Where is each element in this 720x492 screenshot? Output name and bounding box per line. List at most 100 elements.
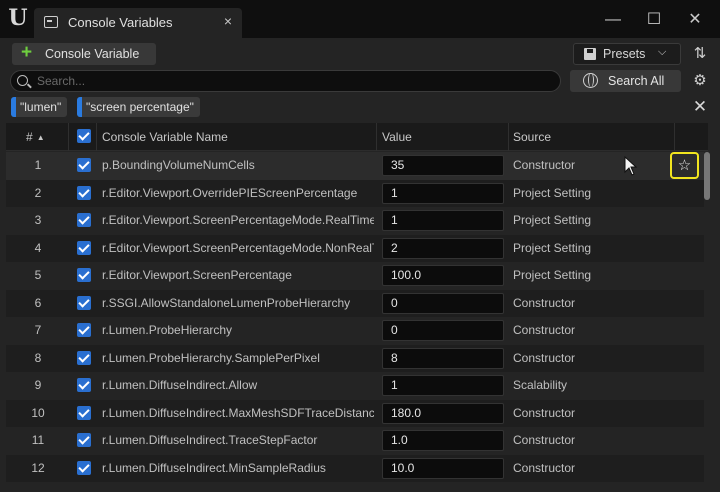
variable-name: r.Editor.Viewport.ScreenPercentage <box>102 268 292 282</box>
close-window-button[interactable]: ✕ <box>682 8 708 32</box>
select-all-checkbox[interactable] <box>77 129 91 143</box>
table-header: # ▲ Console Variable Name Value Source <box>6 123 708 151</box>
value-field[interactable]: 8 <box>382 347 504 369</box>
tab-console-variables[interactable]: Console Variables × <box>34 8 242 38</box>
variable-source: Project Setting <box>513 240 592 255</box>
row-number: 10 <box>31 405 45 420</box>
tab-close-button[interactable]: × <box>224 13 232 29</box>
column-divider[interactable] <box>68 123 69 151</box>
minimize-button[interactable]: — <box>600 8 626 32</box>
plus-icon: + <box>21 42 33 63</box>
row-enabled-checkbox[interactable] <box>77 405 91 420</box>
value-field[interactable]: 1 <box>382 182 504 204</box>
globe-icon <box>583 73 598 88</box>
table-row[interactable]: 5 r.Editor.Viewport.ScreenPercentage 100… <box>6 262 704 290</box>
search-input[interactable] <box>37 73 547 89</box>
row-number: 2 <box>34 185 42 200</box>
search-all-label: Search All <box>608 74 665 88</box>
mouse-cursor-icon <box>624 156 638 176</box>
favorite-star-icon[interactable]: ☆ <box>670 152 699 179</box>
row-number: 3 <box>34 213 42 227</box>
variable-source: Scalability <box>513 378 568 392</box>
value-field[interactable]: 10.0 <box>382 457 504 479</box>
value-field[interactable]: 1 <box>382 375 504 396</box>
row-enabled-checkbox[interactable] <box>77 323 91 337</box>
save-icon <box>584 48 596 60</box>
column-header-source[interactable]: Source <box>513 130 551 144</box>
filter-chip-lumen[interactable]: "lumen" <box>11 97 68 117</box>
add-console-variable-button[interactable]: + Console Variable <box>12 42 156 65</box>
value-field[interactable]: 1 <box>382 210 504 231</box>
search-box[interactable] <box>10 70 561 92</box>
variable-name: r.Editor.Viewport.ScreenPercentageMode.N… <box>102 240 374 255</box>
search-all-button[interactable]: Search All <box>570 70 681 92</box>
variable-name: r.Lumen.DiffuseIndirect.MaxMeshSDFTraceD… <box>102 405 374 420</box>
variable-source: Constructor <box>513 405 576 420</box>
column-divider[interactable] <box>674 123 675 151</box>
variable-name: r.Editor.Viewport.OverridePIEScreenPerce… <box>102 185 358 200</box>
column-header-value[interactable]: Value <box>382 130 412 144</box>
column-header-number[interactable]: # ▲ <box>26 130 45 144</box>
value-field[interactable]: 100.0 <box>382 265 504 286</box>
value-field[interactable]: 0 <box>382 292 504 314</box>
clear-filters-close-icon[interactable]: ✕ <box>690 97 710 117</box>
table-row[interactable]: 12 r.Lumen.DiffuseIndirect.MinSampleRadi… <box>6 454 704 482</box>
filter-chip-screen-percentage[interactable]: "screen percentage" <box>77 97 200 117</box>
variable-source: Project Setting <box>513 213 592 227</box>
column-divider[interactable] <box>376 123 377 151</box>
value-field[interactable]: 180.0 <box>382 402 504 424</box>
variable-name: r.Lumen.ProbeHierarchy <box>102 323 233 337</box>
value-field[interactable]: 1.0 <box>382 430 504 451</box>
column-header-name[interactable]: Console Variable Name <box>102 130 228 144</box>
variable-source: Constructor <box>513 350 576 365</box>
table-row[interactable]: 11 r.Lumen.DiffuseIndirect.TraceStepFact… <box>6 427 704 455</box>
row-enabled-checkbox[interactable] <box>77 240 91 255</box>
row-enabled-checkbox[interactable] <box>77 433 91 447</box>
row-enabled-checkbox[interactable] <box>77 378 91 392</box>
variable-name: r.Lumen.DiffuseIndirect.Allow <box>102 378 258 392</box>
table-row[interactable]: 2 r.Editor.Viewport.OverridePIEScreenPer… <box>6 179 704 207</box>
table-row[interactable]: 3 r.Editor.Viewport.ScreenPercentageMode… <box>6 207 704 235</box>
row-number: 6 <box>34 295 42 310</box>
value-field[interactable]: 0 <box>382 320 504 341</box>
row-enabled-checkbox[interactable] <box>77 185 91 200</box>
maximize-button[interactable]: ☐ <box>641 8 667 32</box>
variable-source: Constructor <box>513 433 576 447</box>
variable-source: Project Setting <box>513 268 592 282</box>
table-row[interactable]: 7 r.Lumen.ProbeHierarchy 0 Constructor <box>6 317 704 345</box>
row-number: 12 <box>31 460 45 475</box>
add-button-label: Console Variable <box>45 47 140 61</box>
row-enabled-checkbox[interactable] <box>77 350 91 365</box>
table-row[interactable]: 8 r.Lumen.ProbeHierarchy.SamplePerPixel … <box>6 344 704 372</box>
row-number: 1 <box>34 158 42 172</box>
column-divider[interactable] <box>508 123 509 151</box>
variable-source: Constructor <box>513 295 576 310</box>
gear-icon[interactable]: ⚙ <box>690 71 710 91</box>
table-body: 1 p.BoundingVolumeNumCells 35 Constructo… <box>6 152 704 482</box>
variable-name: r.Editor.Viewport.ScreenPercentageMode.R… <box>102 213 374 227</box>
variable-name: r.Lumen.ProbeHierarchy.SamplePerPixel <box>102 350 320 365</box>
chevron-down-icon: ⌵ <box>658 46 667 58</box>
presets-dropdown[interactable]: Presets ⌵ <box>573 43 681 65</box>
row-enabled-checkbox[interactable] <box>77 460 91 475</box>
row-enabled-checkbox[interactable] <box>77 268 91 282</box>
column-divider[interactable] <box>96 123 97 151</box>
variable-source: Constructor <box>513 460 576 475</box>
sort-filter-icon[interactable]: ⇅ <box>690 44 710 64</box>
table-row[interactable]: 1 p.BoundingVolumeNumCells 35 Constructo… <box>6 152 704 180</box>
title-bar: U Console Variables × — ☐ ✕ <box>0 0 720 40</box>
value-field[interactable]: 35 <box>382 155 504 176</box>
table-row[interactable]: 6 r.SSGI.AllowStandaloneLumenProbeHierar… <box>6 289 704 317</box>
row-number: 5 <box>34 268 42 282</box>
row-enabled-checkbox[interactable] <box>77 213 91 227</box>
unreal-logo-icon[interactable]: U <box>6 6 30 30</box>
row-enabled-checkbox[interactable] <box>77 295 91 310</box>
table-row[interactable]: 10 r.Lumen.DiffuseIndirect.MaxMeshSDFTra… <box>6 399 704 427</box>
row-enabled-checkbox[interactable] <box>77 158 91 172</box>
table-row[interactable]: 9 r.Lumen.DiffuseIndirect.Allow 1 Scalab… <box>6 372 704 400</box>
table-row[interactable]: 4 r.Editor.Viewport.ScreenPercentageMode… <box>6 234 704 262</box>
vertical-scrollbar[interactable] <box>704 152 710 200</box>
row-number: 8 <box>34 350 42 365</box>
tab-title: Console Variables <box>68 15 173 30</box>
value-field[interactable]: 2 <box>382 237 504 259</box>
